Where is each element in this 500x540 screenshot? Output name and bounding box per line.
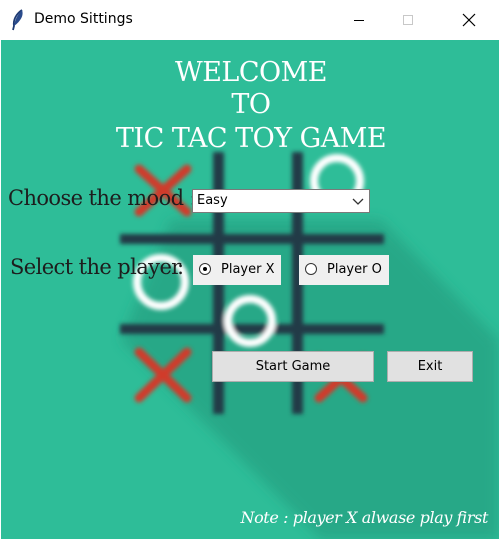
player-label: Select the player — [10, 255, 181, 279]
mode-select-value: Easy — [197, 193, 228, 208]
footer-note: Note : player X alwase play first — [240, 508, 488, 527]
radio-player-x-label: Player X — [221, 262, 275, 277]
player-label-colon: : — [177, 255, 184, 279]
radio-button-icon — [199, 263, 211, 275]
welcome-line-2: TO — [231, 89, 271, 120]
welcome-line-1: WELCOME — [174, 57, 328, 88]
radio-button-icon — [305, 263, 317, 275]
window-title: Demo Sittings — [34, 11, 133, 27]
radio-player-o-label: Player O — [327, 262, 382, 277]
radio-player-o[interactable]: Player O — [299, 255, 389, 285]
mode-select[interactable]: Easy — [192, 189, 370, 213]
welcome-line-3: TIC TAC TOY GAME — [115, 123, 387, 154]
radio-player-x[interactable]: Player X — [193, 255, 281, 285]
main-panel: WELCOME TO TIC TAC TOY GAME — [1, 40, 499, 539]
chevron-down-icon — [352, 198, 364, 205]
mode-label: Choose the mood : — [8, 186, 197, 210]
minimize-button[interactable] — [336, 0, 382, 40]
maximize-button[interactable] — [385, 0, 431, 40]
start-game-button[interactable]: Start Game — [212, 351, 374, 382]
radio-selected-dot — [203, 267, 207, 271]
maximize-icon — [403, 15, 413, 25]
title-bar: Demo Sittings — [0, 0, 500, 40]
minimize-icon — [354, 20, 364, 21]
close-button[interactable] — [446, 0, 492, 40]
close-icon — [462, 13, 476, 27]
feather-app-icon — [12, 9, 23, 31]
exit-button[interactable]: Exit — [387, 351, 473, 382]
